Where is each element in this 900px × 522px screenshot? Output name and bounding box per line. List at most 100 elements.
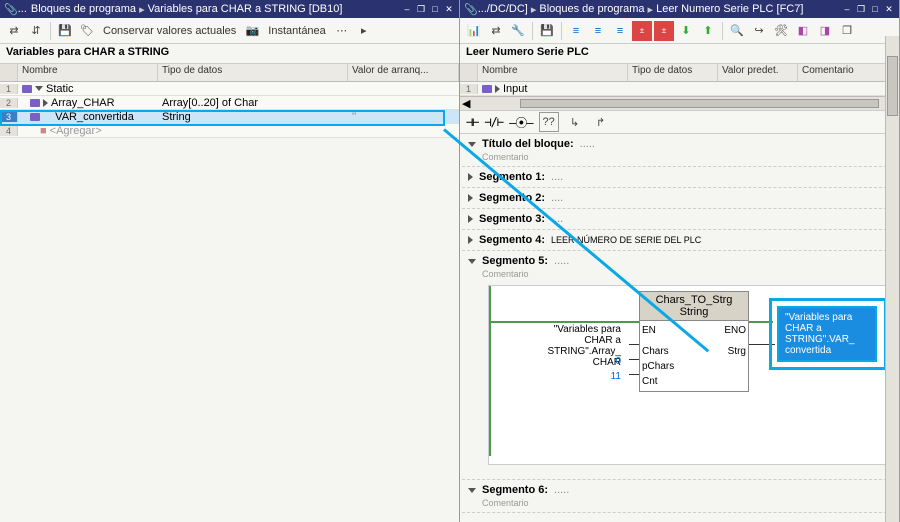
right-titlebar: 📎 .../DC/DC] ▸ Bloques de programa ▸ Lee… xyxy=(460,0,899,18)
output-variable[interactable]: "Variables paraCHAR aSTRING".VAR_convert… xyxy=(777,306,877,362)
max-button[interactable]: □ xyxy=(429,3,441,15)
crumb-dots: ... xyxy=(18,3,27,15)
col-name[interactable]: Nombre xyxy=(478,64,628,81)
col-type[interactable]: Tipo de datos xyxy=(158,64,348,81)
tool-icon[interactable]: ⇵ xyxy=(26,21,46,41)
branch-icon[interactable]: ↳ xyxy=(565,112,585,132)
col-val[interactable]: Valor predet. xyxy=(718,64,798,81)
segment-open[interactable]: Segmento 5:..... Comentario Chars_TO_Str… xyxy=(462,251,897,480)
contact-nc-icon[interactable]: ⊣/⊢ xyxy=(484,115,503,129)
db-icon xyxy=(30,113,40,121)
wire xyxy=(489,321,639,323)
table-row[interactable]: 2 Array_CHAR Array[0..20] of Char xyxy=(0,96,459,110)
chevron-down-icon[interactable] xyxy=(468,142,476,147)
tool-icon[interactable]: 🔧 xyxy=(508,21,528,41)
tool-icon[interactable]: 🛠 xyxy=(771,21,791,41)
v-scrollbar[interactable] xyxy=(885,36,899,522)
h-scrollbar[interactable]: ◀▶ xyxy=(460,96,899,110)
pin-en: EN xyxy=(642,325,656,336)
col-type[interactable]: Tipo de datos xyxy=(628,64,718,81)
chevron-down-icon[interactable] xyxy=(35,86,43,91)
segment[interactable]: Segmento 1:.... xyxy=(462,167,897,188)
right-grid-header: Nombre Tipo de datos Valor predet. Comen… xyxy=(460,64,899,82)
min-button[interactable]: – xyxy=(401,3,413,15)
close-button[interactable]: ✕ xyxy=(883,3,895,15)
expand-icon[interactable]: ▸ xyxy=(354,21,374,41)
chevron-right-icon[interactable] xyxy=(468,194,473,202)
segment[interactable]: Segmento 3:.... xyxy=(462,209,897,230)
min-button[interactable]: – xyxy=(841,3,853,15)
table-row[interactable]: 1 Input xyxy=(460,82,899,96)
tool-icon[interactable]: ± xyxy=(632,21,652,41)
crumb2[interactable]: Variables para CHAR a STRING [DB10] xyxy=(148,3,343,15)
goto-icon[interactable]: ↪ xyxy=(749,21,769,41)
crumb0[interactable]: .../DC/DC] xyxy=(478,3,528,15)
crumb2[interactable]: Leer Numero Serie PLC [FC7] xyxy=(656,3,803,15)
tool-icon[interactable]: ⬇ xyxy=(676,21,696,41)
paperclip-icon: 📎 xyxy=(4,3,18,16)
box-icon[interactable]: ?? xyxy=(539,112,559,132)
restore-button[interactable]: ❐ xyxy=(855,3,867,15)
tool-icon[interactable]: 💾 xyxy=(537,21,557,41)
coil-icon[interactable]: –⦿– xyxy=(509,114,532,131)
max-button[interactable]: □ xyxy=(869,3,881,15)
list-icon[interactable]: ≡ xyxy=(588,21,608,41)
col-com[interactable]: Comentario xyxy=(798,64,899,81)
table-row[interactable]: 1 Static xyxy=(0,82,459,96)
list-icon[interactable]: ≡ xyxy=(566,21,586,41)
tool-icon[interactable]: ◧ xyxy=(793,21,813,41)
chevron-right-icon[interactable] xyxy=(43,99,48,107)
snapshot-button[interactable]: Conservar valores actuales xyxy=(99,25,240,37)
list-icon[interactable]: ≡ xyxy=(610,21,630,41)
crumb1[interactable]: Bloques de programa xyxy=(539,3,644,15)
chevron-right-icon[interactable] xyxy=(468,215,473,223)
tool-icon[interactable]: ◨ xyxy=(815,21,835,41)
segment[interactable]: Segmento 2:.... xyxy=(462,188,897,209)
instant-button[interactable]: Instantánea xyxy=(264,25,330,37)
tool-icon[interactable]: 🔍 xyxy=(727,21,747,41)
input-literal[interactable]: 0 xyxy=(511,356,621,367)
chevron-right-icon[interactable] xyxy=(495,85,500,93)
power-rail xyxy=(489,286,491,456)
segment-list: Título del bloque:..... Comentario Segme… xyxy=(460,134,899,522)
function-block[interactable]: Chars_TO_Strg String EN ENO Chars pChars… xyxy=(639,291,749,392)
col-val[interactable]: Valor de arranq... xyxy=(348,64,459,81)
scroll-thumb[interactable] xyxy=(887,56,898,116)
tool-icon[interactable]: ⇄ xyxy=(486,21,506,41)
chevron-right-icon[interactable] xyxy=(468,236,473,244)
segment[interactable]: Segmento 4:LEER NÚMERO DE SERIE DEL PLC xyxy=(462,230,897,251)
table-row-add[interactable]: 4 ■ <Agregar> xyxy=(0,124,459,138)
tool-icon[interactable]: ❐ xyxy=(837,21,857,41)
right-pane: 📎 .../DC/DC] ▸ Bloques de programa ▸ Lee… xyxy=(460,0,900,522)
left-titlebar: 📎 ... Bloques de programa ▸ Variables pa… xyxy=(0,0,459,18)
segment[interactable]: Segmento 6:..... Comentario xyxy=(462,480,897,513)
right-subtitle: Leer Numero Serie PLC xyxy=(460,44,899,64)
block-title[interactable]: Título del bloque:..... Comentario xyxy=(462,134,897,167)
restore-button[interactable]: ❐ xyxy=(415,3,427,15)
pin-eno: ENO xyxy=(724,325,746,336)
tool-icon[interactable]: ± xyxy=(654,21,674,41)
close-button[interactable]: ✕ xyxy=(443,3,455,15)
input-literal[interactable]: 11 xyxy=(511,371,621,382)
col-name[interactable]: Nombre xyxy=(18,64,158,81)
tool-icon[interactable]: ⇄ xyxy=(4,21,24,41)
chevron-down-icon[interactable] xyxy=(468,488,476,493)
fbd-canvas[interactable]: Chars_TO_Strg String EN ENO Chars pChars… xyxy=(488,285,887,465)
contact-no-icon[interactable]: ⊣⊢ xyxy=(466,115,478,129)
chevron-right-icon[interactable] xyxy=(468,173,473,181)
camera-icon[interactable]: 📷 xyxy=(242,21,262,41)
save-icon[interactable]: 💾 xyxy=(55,21,75,41)
crumb1[interactable]: Bloques de programa xyxy=(31,3,136,15)
branch-icon[interactable]: ↱ xyxy=(591,112,611,132)
tool-icon[interactable]: ⬆ xyxy=(698,21,718,41)
left-grid-body: 1 Static 2 Array_CHAR Array[0..20] of Ch… xyxy=(0,82,459,138)
left-pane: 📎 ... Bloques de programa ▸ Variables pa… xyxy=(0,0,460,522)
pin-cnt: Cnt xyxy=(642,376,658,387)
pin-chars: Chars xyxy=(642,346,669,357)
tool-icon[interactable]: ⋯ xyxy=(332,21,352,41)
table-row-selected[interactable]: 3 VAR_convertida String '' xyxy=(0,110,459,124)
tag-icon[interactable]: 🏷 xyxy=(77,21,97,41)
tool-icon[interactable]: 📊 xyxy=(464,21,484,41)
chevron-down-icon[interactable] xyxy=(468,259,476,264)
ladder-toolbar: ⊣⊢ ⊣/⊢ –⦿– ?? ↳ ↱ xyxy=(460,110,899,134)
